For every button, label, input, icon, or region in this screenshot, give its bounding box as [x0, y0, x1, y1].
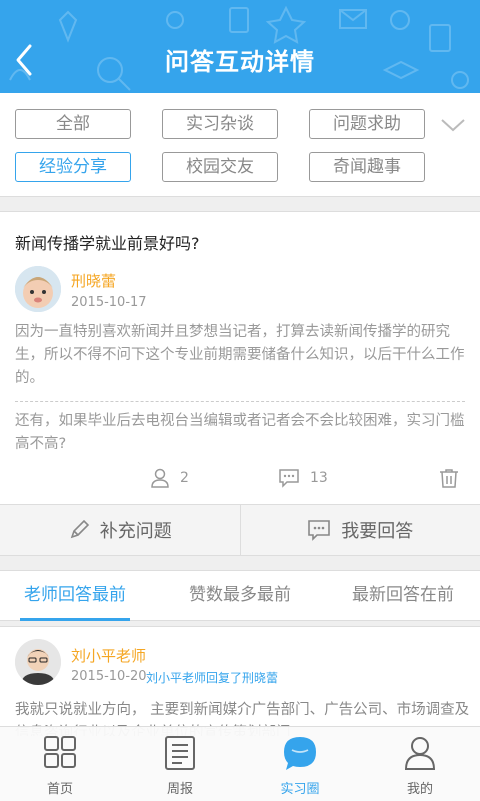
- answer-author[interactable]: 刘小平老师: [71, 645, 146, 666]
- category-internship-chat[interactable]: 实习杂谈: [162, 109, 278, 139]
- trash-icon[interactable]: [438, 467, 460, 489]
- chat-bubble-icon: [284, 737, 316, 770]
- question-date: 2015-10-17: [71, 295, 147, 310]
- category-experience[interactable]: 经验分享: [15, 152, 131, 182]
- avatar[interactable]: [15, 266, 61, 312]
- question-title: 新闻传播学就业前景好吗?: [15, 234, 200, 253]
- person-icon: [151, 468, 169, 488]
- answer-button[interactable]: 我要回答: [239, 505, 480, 555]
- tab-teacher-first[interactable]: 老师回答最前: [20, 571, 130, 621]
- answer-label: 我要回答: [341, 521, 414, 542]
- question-card: 新闻传播学就业前景好吗? 刑晓蕾 2015-10-17 因为一直特别喜欢新闻并且…: [0, 211, 480, 505]
- question-actions: 补充问题 我要回答: [0, 505, 480, 556]
- supplement-label: 补充问题: [99, 521, 172, 542]
- comment-icon: [279, 469, 299, 488]
- nav-weekly[interactable]: 周报: [120, 727, 240, 801]
- answer-reply-note: 刘小平老师回复了刑晓蕾: [146, 671, 279, 685]
- divider: [15, 401, 465, 402]
- follow-stat[interactable]: 2: [150, 468, 189, 488]
- report-icon: [165, 736, 195, 770]
- answer-date: 2015-10-20: [71, 669, 147, 684]
- nav-internship-label: 实习圈: [280, 782, 320, 797]
- app-header: 问答互动详情: [0, 0, 480, 93]
- comment-count: 13: [310, 470, 328, 486]
- chevron-down-icon[interactable]: [438, 113, 468, 137]
- pencil-icon: [70, 519, 89, 539]
- teacher-avatar-icon: [15, 639, 61, 685]
- question-extra: 还有，如果毕业后去电视台当编辑或者记者会不会比较困难，实习门槛高不高?: [15, 413, 465, 452]
- category-campus-friends[interactable]: 校园交友: [162, 152, 278, 182]
- question-author[interactable]: 刑晓蕾: [71, 270, 116, 291]
- nav-home[interactable]: 首页: [0, 727, 120, 801]
- answer-card: 刘小平老师 2015-10-20 刘小平老师回复了刑晓蕾 我就只说就业方向， 主…: [0, 626, 480, 736]
- sort-tabs: 老师回答最前 赞数最多最前 最新回答在前: [0, 570, 480, 621]
- avatar[interactable]: [15, 639, 61, 685]
- nav-mine-label: 我的: [406, 782, 433, 797]
- category-fun-news[interactable]: 奇闻趣事: [309, 152, 425, 182]
- bottom-nav: 首页 周报 实习圈 我的: [0, 726, 480, 801]
- child-avatar-icon: [15, 266, 61, 312]
- nav-weekly-label: 周报: [166, 782, 193, 797]
- grid-icon: [44, 736, 76, 768]
- follow-count: 2: [180, 470, 189, 486]
- user-icon: [404, 737, 436, 770]
- page-title: 问答互动详情: [165, 48, 315, 76]
- nav-internship-circle[interactable]: 实习圈: [240, 727, 360, 801]
- tab-most-likes[interactable]: 赞数最多最前: [185, 571, 295, 621]
- supplement-question-button[interactable]: 补充问题: [0, 505, 240, 555]
- reply-icon: [308, 520, 331, 541]
- category-help[interactable]: 问题求助: [309, 109, 425, 139]
- nav-mine[interactable]: 我的: [360, 727, 480, 801]
- category-all[interactable]: 全部: [15, 109, 131, 139]
- nav-home-label: 首页: [46, 782, 73, 797]
- category-panel: 全部 实习杂谈 问题求助 经验分享 校园交友 奇闻趣事: [0, 93, 480, 197]
- question-body: 因为一直特别喜欢新闻并且梦想当记者，打算去读新闻传播学的研究生，所以不得不问下这…: [15, 324, 465, 386]
- comment-stat[interactable]: 13: [278, 468, 328, 488]
- tab-newest[interactable]: 最新回答在前: [347, 571, 459, 621]
